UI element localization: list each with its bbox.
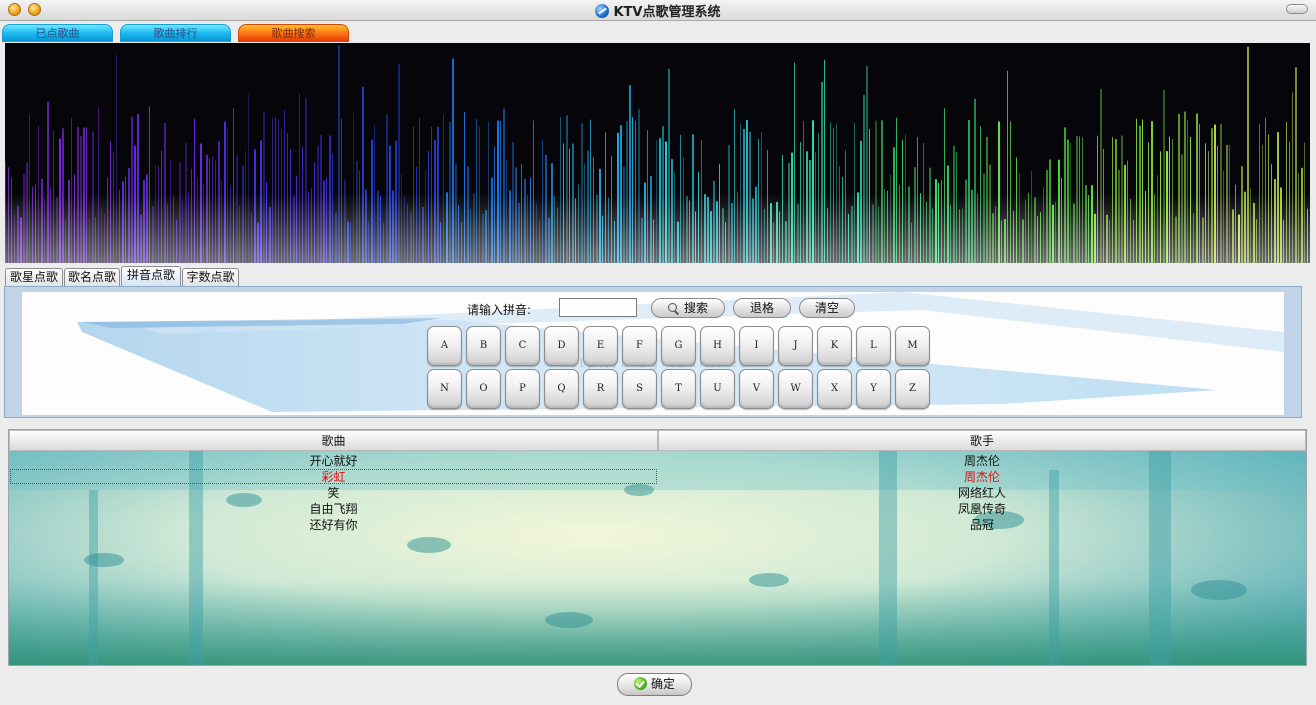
confirm-button-label: 确定 [650, 677, 675, 691]
key-f[interactable]: F [622, 326, 657, 366]
key-d[interactable]: D [544, 326, 579, 366]
key-z[interactable]: Z [895, 369, 930, 409]
key-u[interactable]: U [700, 369, 735, 409]
key-s[interactable]: S [622, 369, 657, 409]
key-j[interactable]: J [778, 326, 813, 366]
table-row[interactable]: 还好有你 品冠 [9, 517, 1306, 533]
key-e[interactable]: E [583, 326, 618, 366]
window-title: KTV点歌管理系统 [613, 5, 721, 20]
key-q[interactable]: Q [544, 369, 579, 409]
key-w[interactable]: W [778, 369, 813, 409]
key-m[interactable]: M [895, 326, 930, 366]
table-row[interactable]: 彩虹 周杰伦 [9, 469, 1306, 485]
song-cell: 彩虹 [321, 470, 346, 484]
table-row[interactable]: 自由飞翔 凤凰传奇 [9, 501, 1306, 517]
song-cell: 还好有你 [309, 518, 358, 532]
singer-cell: 凤凰传奇 [957, 502, 1006, 516]
tab-by-pinyin[interactable]: 拼音点歌 [121, 266, 181, 286]
song-cell: 自由飞翔 [309, 502, 358, 516]
pinyin-label: 请输入拼音: [467, 303, 532, 317]
key-g[interactable]: G [661, 326, 696, 366]
column-header-singer[interactable]: 歌手 [658, 430, 1306, 451]
key-c[interactable]: C [505, 326, 540, 366]
search-button[interactable]: 搜索 [651, 298, 725, 318]
tab-by-singer[interactable]: 歌星点歌 [5, 268, 63, 286]
tab-by-word-count[interactable]: 字数点歌 [182, 268, 239, 286]
singer-cell: 网络红人 [957, 486, 1006, 500]
singer-cell: 周杰伦 [963, 454, 1000, 468]
key-a[interactable]: A [427, 326, 462, 366]
key-o[interactable]: O [466, 369, 501, 409]
table-row[interactable]: 笑 网络红人 [9, 485, 1306, 501]
tab-ordered-songs[interactable]: 已点歌曲 [2, 24, 113, 42]
key-l[interactable]: L [856, 326, 891, 366]
key-k[interactable]: K [817, 326, 852, 366]
spectrum-graphic [5, 43, 1310, 263]
key-i[interactable]: I [739, 326, 774, 366]
key-x[interactable]: X [817, 369, 852, 409]
table-row[interactable]: 开心就好 周杰伦 [9, 453, 1306, 469]
key-y[interactable]: Y [856, 369, 891, 409]
pinyin-input[interactable] [559, 298, 637, 317]
key-v[interactable]: V [739, 369, 774, 409]
backspace-button[interactable]: 退格 [733, 298, 791, 318]
search-button-label: 搜索 [683, 301, 708, 315]
search-icon [667, 303, 677, 312]
check-icon [633, 677, 647, 690]
key-p[interactable]: P [505, 369, 540, 409]
key-n[interactable]: N [427, 369, 462, 409]
key-t[interactable]: T [661, 369, 696, 409]
app-logo-icon [595, 4, 610, 18]
key-b[interactable]: B [466, 326, 501, 366]
window-title-group: KTV点歌管理系统 [0, 1, 1316, 20]
song-cell: 开心就好 [309, 454, 358, 468]
singer-cell: 品冠 [969, 518, 994, 532]
tab-song-search[interactable]: 歌曲搜索 [238, 24, 349, 42]
title-bar: KTV点歌管理系统 [0, 0, 1316, 21]
confirm-button[interactable]: 确定 [617, 673, 692, 696]
spectrum-banner-image [5, 43, 1310, 263]
tab-song-ranking[interactable]: 歌曲排行 [120, 24, 231, 42]
key-r[interactable]: R [583, 369, 618, 409]
clear-button[interactable]: 清空 [799, 298, 855, 318]
song-cell: 笑 [327, 486, 340, 500]
tab-by-song-name[interactable]: 歌名点歌 [64, 268, 120, 286]
column-header-song[interactable]: 歌曲 [9, 430, 658, 451]
key-h[interactable]: H [700, 326, 735, 366]
window-toolbar-toggle-icon[interactable] [1286, 4, 1308, 14]
singer-cell: 周杰伦 [963, 470, 1000, 484]
results-table: 歌曲 歌手 开心就好 周杰伦 彩虹 周杰伦笑网络红人 自由飞翔 凤凰传奇 还好有你 品冠 [8, 429, 1307, 666]
